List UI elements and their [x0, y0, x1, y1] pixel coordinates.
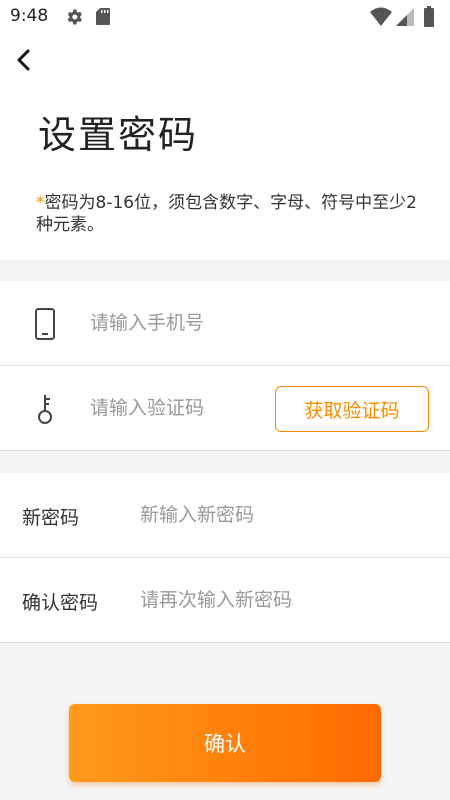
svg-text:x: x	[384, 19, 388, 27]
new-password-row: 新密码	[0, 473, 450, 558]
wifi-icon: x	[370, 7, 392, 27]
phone-icon	[35, 308, 55, 340]
hint-text: 密码为8-16位，须包含数字、字母、符号中至少2种元素。	[36, 193, 417, 235]
verification-code-input[interactable]	[90, 390, 260, 426]
confirm-button[interactable]: 确认	[69, 704, 381, 782]
back-button[interactable]	[8, 44, 40, 76]
new-password-input[interactable]	[140, 497, 420, 533]
status-bar: 9:48 x	[0, 0, 450, 34]
phone-verification-section: 获取验证码	[0, 281, 450, 451]
phone-row	[0, 281, 450, 366]
status-time: 9:48	[10, 6, 49, 26]
status-indicators: x	[370, 6, 434, 27]
confirm-password-input[interactable]	[140, 582, 420, 618]
password-hint: *密码为8-16位，须包含数字、字母、符号中至少2种元素。	[36, 192, 426, 236]
battery-icon	[424, 6, 434, 27]
phone-input[interactable]	[90, 305, 260, 341]
password-section: 新密码 确认密码	[0, 473, 450, 643]
verification-row: 获取验证码	[0, 366, 450, 451]
get-code-button[interactable]: 获取验证码	[275, 386, 429, 432]
header: 设置密码 *密码为8-16位，须包含数字、字母、符号中至少2种元素。	[0, 34, 450, 260]
confirm-password-label: 确认密码	[22, 592, 99, 614]
new-password-label: 新密码	[22, 507, 80, 529]
sd-card-icon	[96, 8, 110, 25]
hint-asterisk: *	[36, 193, 45, 213]
page-title: 设置密码	[38, 113, 199, 157]
key-icon	[38, 395, 52, 424]
signal-icon	[396, 8, 414, 26]
confirm-password-row: 确认密码	[0, 558, 450, 643]
settings-gear-icon	[67, 9, 82, 25]
back-arrow-icon	[17, 49, 30, 71]
